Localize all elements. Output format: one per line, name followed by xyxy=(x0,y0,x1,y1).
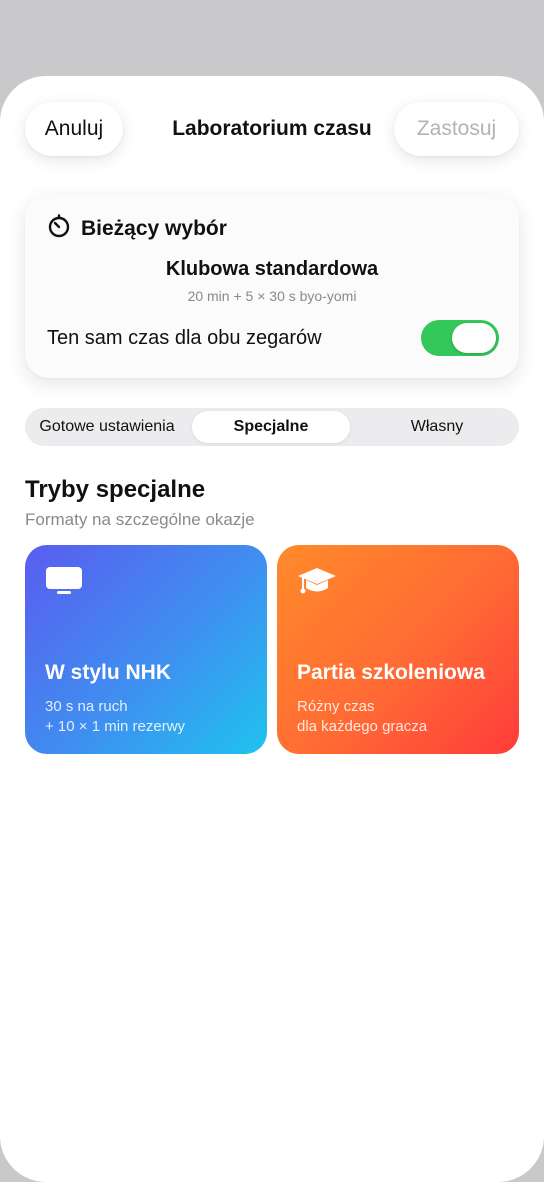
mode-segmented-control: Gotowe ustawienia Specjalne Własny xyxy=(25,408,519,446)
tv-icon xyxy=(45,565,83,602)
mode-title: W stylu NHK xyxy=(45,661,171,684)
preset-description: 20 min + 5 × 30 s byo-yomi xyxy=(187,288,357,304)
apply-button[interactable]: Zastosuj xyxy=(394,102,519,156)
cancel-button[interactable]: Anuluj xyxy=(25,102,123,156)
sheet-title: Laboratorium czasu xyxy=(172,117,372,140)
graduation-cap-icon xyxy=(297,565,337,604)
toggle-knob xyxy=(452,323,496,353)
mode-detail: 30 s na ruch xyxy=(45,698,128,715)
same-time-label: Ten sam czas dla obu zegarów xyxy=(47,327,322,349)
tab-special[interactable]: Specjalne xyxy=(192,411,350,443)
tab-custom[interactable]: Własny xyxy=(355,408,519,446)
mode-detail: + 10 × 1 min rezerwy xyxy=(45,718,186,735)
section-title: Tryby specjalne xyxy=(25,476,206,503)
section-subtitle: Formaty na szczególne okazje xyxy=(25,510,255,529)
mode-card-training[interactable]: Partia szkoleniowa Różny czas dla każdeg… xyxy=(277,545,519,754)
mode-card-nhk[interactable]: W stylu NHK 30 s na ruch + 10 × 1 min re… xyxy=(25,545,267,754)
preset-name: Klubowa standardowa xyxy=(165,258,379,280)
mode-title: Partia szkoleniowa xyxy=(297,661,485,684)
tab-presets[interactable]: Gotowe ustawienia xyxy=(25,408,189,446)
time-lab-sheet: Anuluj Laboratorium czasu Zastosuj Bieżą… xyxy=(0,76,544,1182)
current-selection-card: Bieżący wybór Klubowa standardowa 20 min… xyxy=(25,194,519,378)
current-selection-heading: Bieżący wybór xyxy=(81,216,227,240)
mode-detail: dla każdego gracza xyxy=(297,718,428,735)
same-time-toggle[interactable] xyxy=(421,320,499,356)
timer-icon xyxy=(47,214,71,243)
apply-button-label: Zastosuj xyxy=(416,117,497,140)
mode-detail: Różny czas xyxy=(297,698,375,715)
cancel-button-label: Anuluj xyxy=(44,117,104,140)
current-selection-header: Bieżący wybór xyxy=(47,214,227,243)
